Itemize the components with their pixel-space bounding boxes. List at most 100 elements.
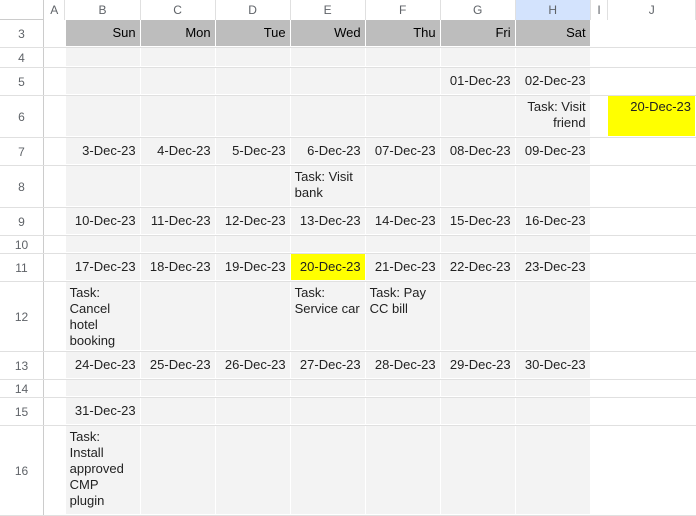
cell-D12[interactable] (216, 282, 291, 351)
cell-I4[interactable] (591, 48, 609, 67)
cell-B8[interactable] (66, 166, 141, 207)
cell-A7[interactable] (44, 138, 66, 165)
cell-C4[interactable] (141, 48, 216, 67)
cell-G8[interactable] (441, 166, 516, 207)
cell-C6[interactable] (141, 96, 216, 137)
rownum-14[interactable]: 14 (0, 380, 44, 397)
cell-C5[interactable] (141, 68, 216, 95)
cell-I12[interactable] (591, 282, 609, 351)
cell-E6[interactable] (291, 96, 366, 137)
day-sun[interactable]: Sun (66, 20, 141, 47)
cell-D10[interactable] (216, 236, 291, 253)
date-03[interactable]: 3-Dec-23 (66, 138, 141, 165)
cell-A8[interactable] (44, 166, 66, 207)
rownum-5[interactable]: 5 (0, 68, 44, 95)
cell-H15[interactable] (516, 398, 591, 425)
col-J[interactable]: J (608, 0, 696, 20)
cell-I6[interactable] (591, 96, 609, 137)
col-I[interactable]: I (591, 0, 609, 20)
date-19[interactable]: 19-Dec-23 (216, 254, 291, 281)
cell-A9[interactable] (44, 208, 66, 235)
day-mon[interactable]: Mon (141, 20, 216, 47)
cell-C15[interactable] (141, 398, 216, 425)
task-visit-friend[interactable]: Task: Visit friend (516, 96, 591, 137)
cell-E16[interactable] (291, 426, 366, 515)
cell-J11[interactable] (608, 254, 696, 281)
date-10[interactable]: 10-Dec-23 (66, 208, 141, 235)
cell-H12[interactable] (516, 282, 591, 351)
cell-D6[interactable] (216, 96, 291, 137)
cell-J9[interactable] (608, 208, 696, 235)
rownum-9[interactable]: 9 (0, 208, 44, 235)
task-visit-bank[interactable]: Task: Visit bank (291, 166, 366, 207)
date-18[interactable]: 18-Dec-23 (141, 254, 216, 281)
cell-H8[interactable] (516, 166, 591, 207)
rownum-10[interactable]: 10 (0, 236, 44, 253)
rownum-4[interactable]: 4 (0, 48, 44, 67)
cell-A16[interactable] (44, 426, 66, 515)
cell-I10[interactable] (591, 236, 609, 253)
cell-E15[interactable] (291, 398, 366, 425)
date-13[interactable]: 13-Dec-23 (291, 208, 366, 235)
cell-E4[interactable] (291, 48, 366, 67)
date-12[interactable]: 12-Dec-23 (216, 208, 291, 235)
cell-J3[interactable] (608, 20, 696, 47)
cell-A10[interactable] (44, 236, 66, 253)
corner[interactable] (0, 0, 44, 19)
col-F[interactable]: F (366, 0, 441, 20)
day-fri[interactable]: Fri (441, 20, 516, 47)
date-05[interactable]: 5-Dec-23 (216, 138, 291, 165)
cell-C10[interactable] (141, 236, 216, 253)
cell-I5[interactable] (591, 68, 609, 95)
date-16[interactable]: 16-Dec-23 (516, 208, 591, 235)
col-B[interactable]: B (65, 0, 140, 20)
date-27[interactable]: 27-Dec-23 (291, 352, 366, 379)
cell-D16[interactable] (216, 426, 291, 515)
task-pay-cc[interactable]: Task: Pay CC bill (366, 282, 441, 351)
cell-J7[interactable] (608, 138, 696, 165)
date-02[interactable]: 02-Dec-23 (516, 68, 591, 95)
date-28[interactable]: 28-Dec-23 (366, 352, 441, 379)
date-30[interactable]: 30-Dec-23 (516, 352, 591, 379)
rownum-16[interactable]: 16 (0, 426, 44, 515)
date-22[interactable]: 22-Dec-23 (441, 254, 516, 281)
cell-B5[interactable] (66, 68, 141, 95)
col-G[interactable]: G (441, 0, 516, 20)
cell-B14[interactable] (66, 380, 141, 397)
rownum-7[interactable]: 7 (0, 138, 44, 165)
cell-J12[interactable] (608, 282, 696, 351)
day-thu[interactable]: Thu (366, 20, 441, 47)
col-E[interactable]: E (291, 0, 366, 20)
cell-A5[interactable] (44, 68, 66, 95)
date-14[interactable]: 14-Dec-23 (366, 208, 441, 235)
day-wed[interactable]: Wed (291, 20, 366, 47)
cell-B4[interactable] (66, 48, 141, 67)
lookup-value[interactable]: 20-Dec-23 (608, 96, 696, 137)
cell-J16[interactable] (608, 426, 696, 515)
cell-A12[interactable] (44, 282, 66, 351)
cell-A3[interactable] (44, 20, 66, 47)
cell-H16[interactable] (516, 426, 591, 515)
cell-J15[interactable] (608, 398, 696, 425)
date-20-highlight[interactable]: 20-Dec-23 (291, 254, 366, 281)
cell-A13[interactable] (44, 352, 66, 379)
date-21[interactable]: 21-Dec-23 (366, 254, 441, 281)
cell-A11[interactable] (44, 254, 66, 281)
cell-B6[interactable] (66, 96, 141, 137)
date-09[interactable]: 09-Dec-23 (516, 138, 591, 165)
cell-B10[interactable] (66, 236, 141, 253)
task-cancel-hotel[interactable]: Task: Cancel hotel booking (66, 282, 141, 351)
date-24[interactable]: 24-Dec-23 (66, 352, 141, 379)
cell-J13[interactable] (608, 352, 696, 379)
rownum-15[interactable]: 15 (0, 398, 44, 425)
cell-G4[interactable] (441, 48, 516, 67)
rownum-12[interactable]: 12 (0, 282, 44, 351)
cell-E5[interactable] (291, 68, 366, 95)
cell-G12[interactable] (441, 282, 516, 351)
date-29[interactable]: 29-Dec-23 (441, 352, 516, 379)
date-01[interactable]: 01-Dec-23 (441, 68, 516, 95)
task-install-cmp[interactable]: Task: Install approved CMP plugin (66, 426, 141, 515)
cell-C8[interactable] (141, 166, 216, 207)
cell-F6[interactable] (366, 96, 441, 137)
cell-F8[interactable] (366, 166, 441, 207)
